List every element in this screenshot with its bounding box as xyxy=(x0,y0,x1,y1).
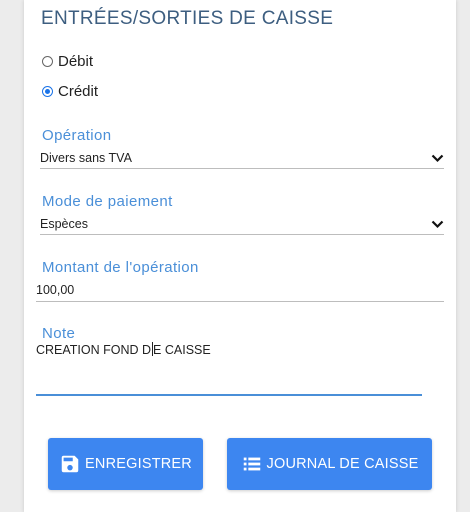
list-icon xyxy=(241,453,263,475)
journal-button[interactable]: JOURNAL DE CAISSE xyxy=(227,438,432,490)
form-title: ENTRÉES/SORTIES DE CAISSE xyxy=(41,8,334,29)
chevron-down-icon xyxy=(431,220,444,229)
amount-label: Montant de l'opération xyxy=(42,259,199,276)
payment-mode-select[interactable]: Espèces xyxy=(40,214,444,235)
radio-credit-label: Crédit xyxy=(58,83,99,100)
operation-value: Divers sans TVA xyxy=(40,151,132,165)
chevron-down-icon xyxy=(431,154,444,163)
note-text-end: E CAISSE xyxy=(153,343,211,357)
note-label: Note xyxy=(42,325,76,342)
radio-debit-button[interactable] xyxy=(42,56,53,67)
save-button[interactable]: ENREGISTRER xyxy=(48,438,203,490)
note-textarea[interactable]: CREATION FOND DE CAISSE xyxy=(36,342,422,396)
payment-mode-value: Espèces xyxy=(40,217,88,231)
floppy-disk-icon xyxy=(59,453,81,475)
amount-value: 100,00 xyxy=(36,283,75,297)
note-text-start: CREATION FOND D xyxy=(36,343,152,357)
radio-debit-label: Débit xyxy=(58,53,94,70)
amount-input[interactable]: 100,00 xyxy=(36,279,444,302)
operation-select[interactable]: Divers sans TVA xyxy=(40,148,444,169)
operation-label: Opération xyxy=(42,127,112,144)
cash-form-card: ENTRÉES/SORTIES DE CAISSE Débit Crédit O… xyxy=(24,0,456,512)
journal-button-label: JOURNAL DE CAISSE xyxy=(266,456,419,472)
radio-credit-button[interactable] xyxy=(42,86,53,97)
radio-debit[interactable]: Débit xyxy=(42,53,93,70)
payment-mode-label: Mode de paiement xyxy=(42,193,173,210)
radio-credit[interactable]: Crédit xyxy=(42,83,98,100)
save-button-label: ENREGISTRER xyxy=(85,456,192,472)
